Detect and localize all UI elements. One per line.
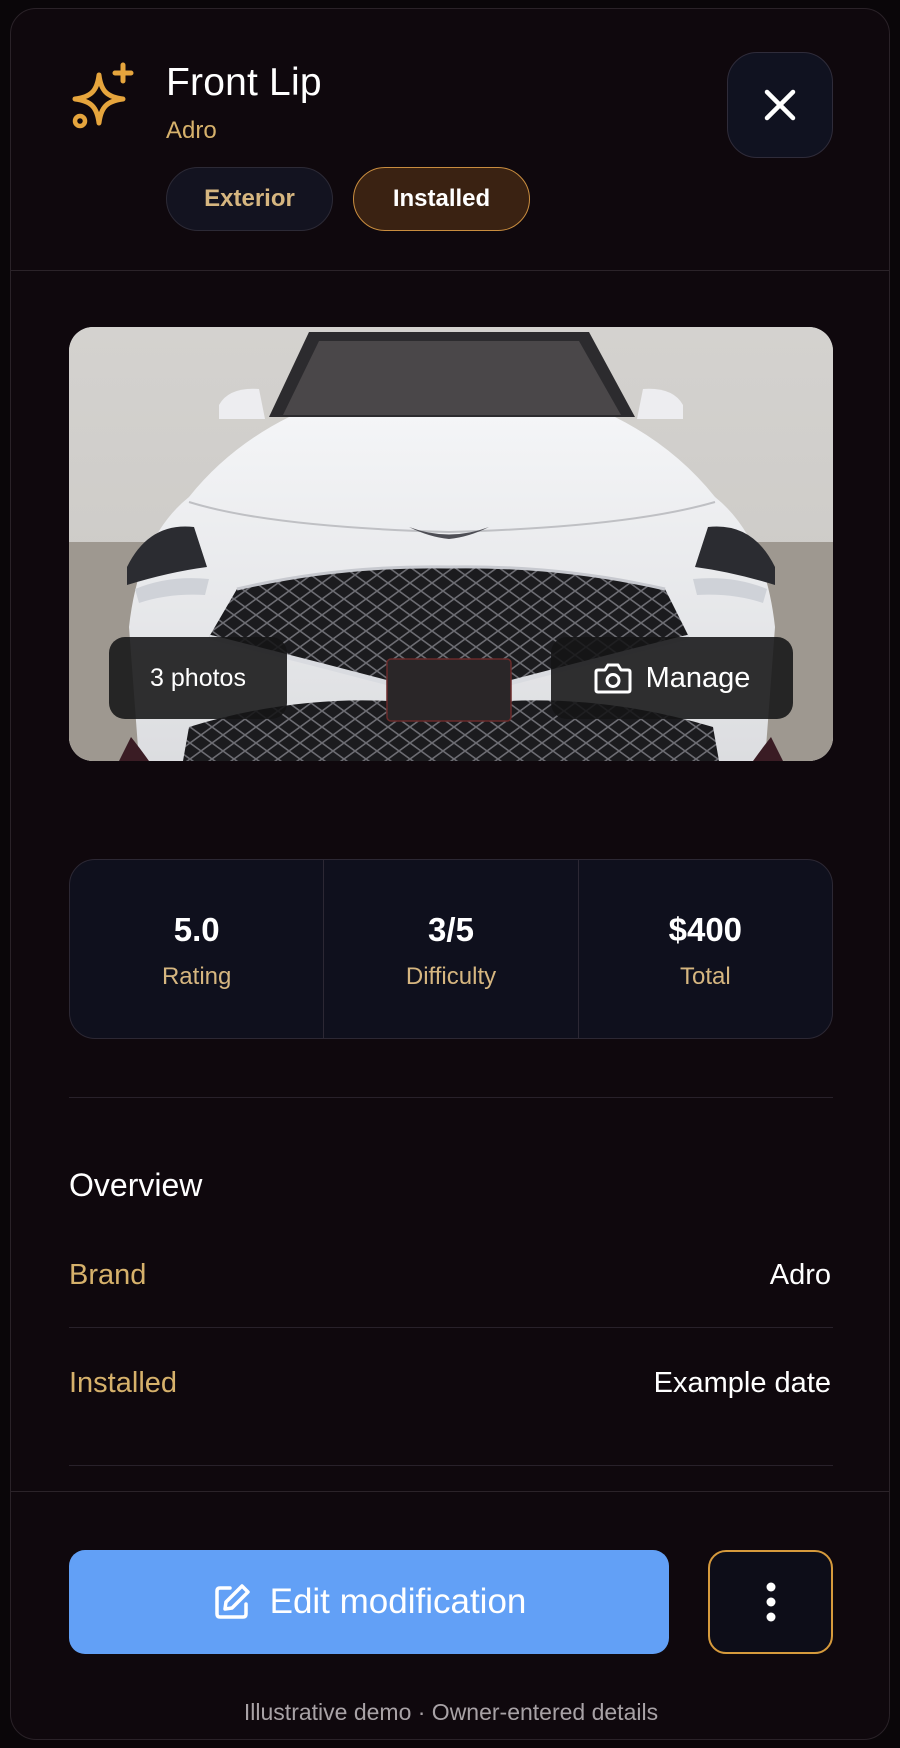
more-vertical-icon <box>766 1582 775 1622</box>
manage-photos-button[interactable]: Manage <box>551 637 793 719</box>
category-tag[interactable]: Exterior <box>166 167 333 231</box>
overview-row-label-brand: Brand <box>69 1259 147 1291</box>
status-badge[interactable]: Installed <box>353 167 530 231</box>
manage-label: Manage <box>645 661 751 694</box>
stats-card: 5.0 Rating 3/5 Difficulty $400 Total <box>69 859 833 1039</box>
close-icon <box>764 89 796 121</box>
overview-row-value-brand: Adro <box>769 1259 831 1291</box>
stat-value: 3/5 <box>428 911 474 948</box>
overview-row-label-installed: Installed <box>69 1367 178 1399</box>
brand-subtitle: Adro <box>166 117 217 144</box>
row-divider <box>69 1327 833 1328</box>
row-divider <box>69 1465 833 1466</box>
stat-rating: 5.0 Rating <box>70 860 323 1038</box>
overview-row-value-installed: Example date <box>653 1367 831 1399</box>
sparkle-icon <box>72 62 134 129</box>
edit-label: Edit modification <box>269 1582 527 1621</box>
footer-separator <box>11 1491 889 1492</box>
stat-value: 5.0 <box>173 911 220 948</box>
header: Front Lip Adro Exterior Installed <box>11 9 889 271</box>
photo-count-badge: 3 photos <box>109 637 287 719</box>
stat-difficulty: 3/5 Difficulty <box>323 860 577 1038</box>
overview-title: Overview <box>69 1167 203 1203</box>
modification-detail-panel: Front Lip Adro Exterior Installed 3 phot… <box>10 8 890 1740</box>
section-divider <box>69 1097 833 1098</box>
close-button[interactable] <box>727 52 833 158</box>
stat-value: $400 <box>668 911 743 948</box>
stat-label: Total <box>679 963 731 990</box>
stat-total: $400 Total <box>577 860 832 1038</box>
camera-icon <box>594 663 632 694</box>
modification-photo[interactable]: 3 photos Manage <box>69 327 833 761</box>
more-options-button[interactable] <box>708 1550 833 1654</box>
stat-label: Rating <box>161 963 232 990</box>
page-title: Front Lip <box>166 61 322 104</box>
edit-icon <box>214 1584 250 1619</box>
edit-modification-button[interactable]: Edit modification <box>69 1550 669 1654</box>
footnote: Illustrative demo · Owner-entered detail… <box>243 1699 659 1725</box>
stat-label: Difficulty <box>405 963 497 990</box>
